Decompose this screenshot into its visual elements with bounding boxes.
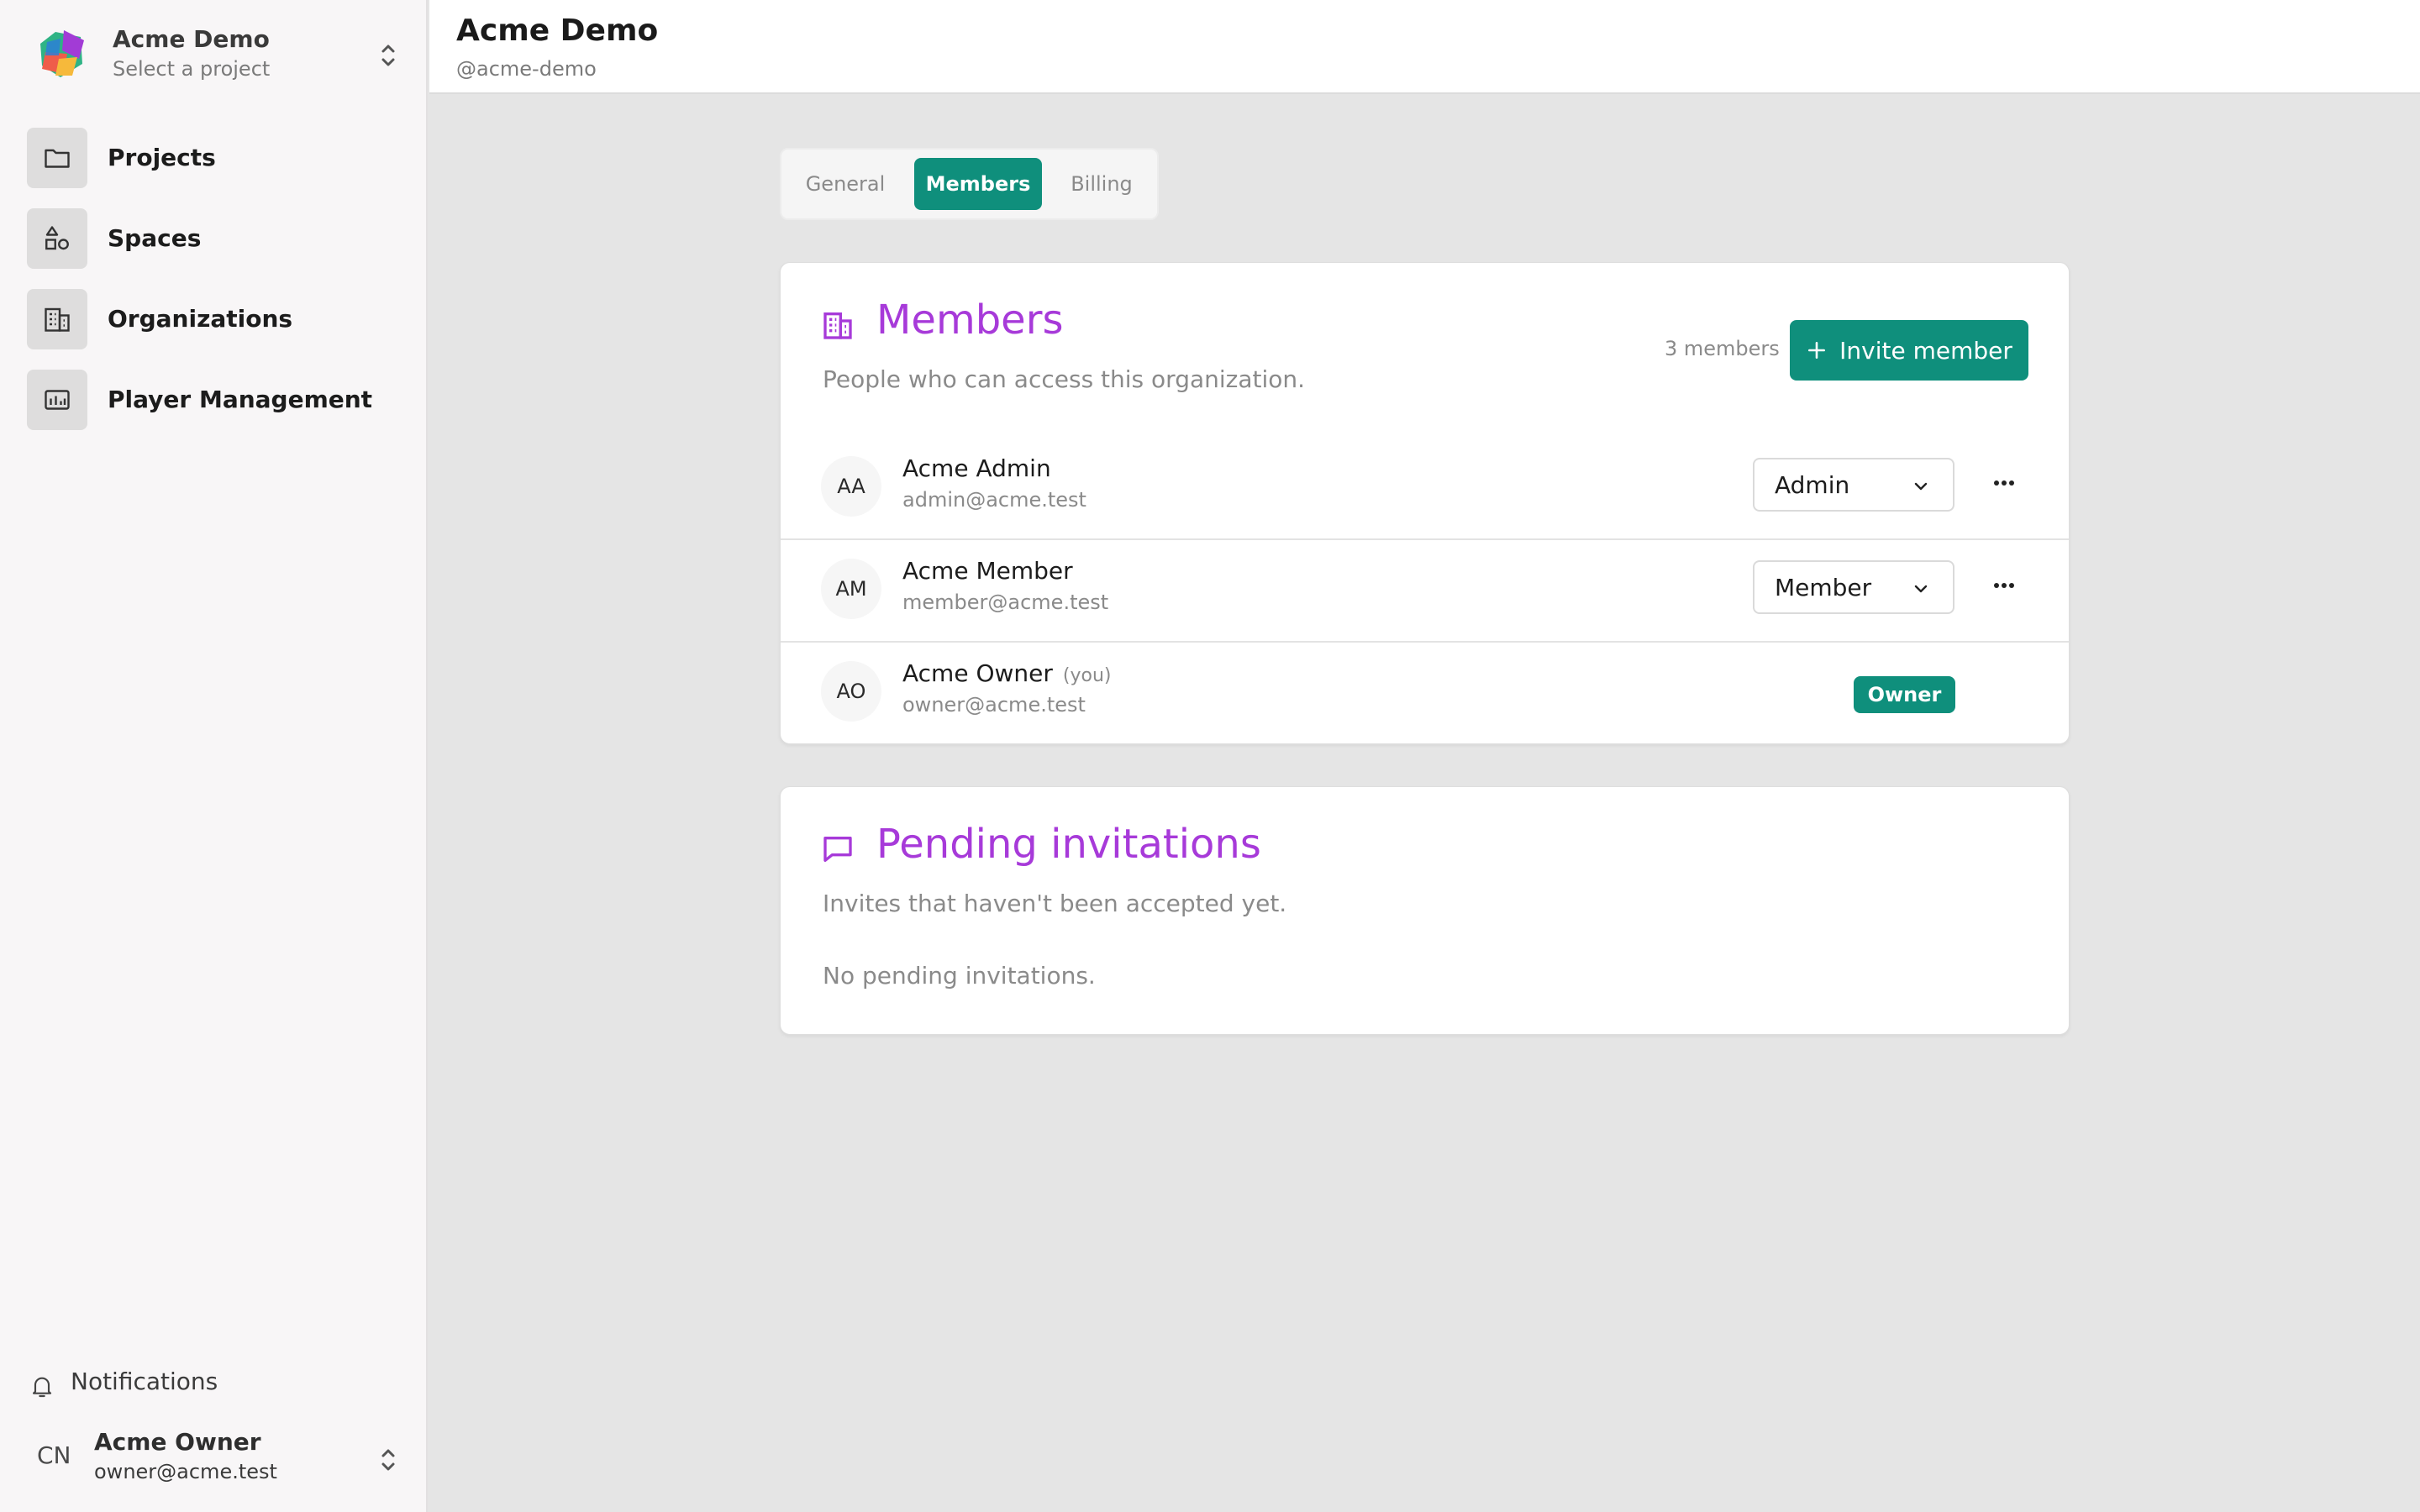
tab-members[interactable]: Members (914, 158, 1042, 210)
you-label: (you) (1062, 665, 1112, 686)
nav-icon-box (27, 128, 87, 188)
pending-invitations-title: Pending invitations (876, 821, 1261, 868)
member-name: Acme Admin (902, 454, 1051, 482)
member-name: Acme Owner (you) (902, 659, 1111, 687)
more-options-icon[interactable] (1987, 466, 2021, 500)
page-header: Acme Demo @acme-demo (429, 0, 2420, 94)
members-card: Members People who can access this organ… (780, 262, 2070, 744)
chevron-down-icon (1914, 585, 1928, 593)
avatar: AM (821, 559, 881, 619)
org-handle: @acme-demo (456, 57, 597, 81)
folder-icon (45, 149, 70, 168)
tab-billing[interactable]: Billing (1055, 158, 1148, 210)
role-select[interactable]: Admin (1753, 458, 1954, 512)
member-name-text: Acme Member (902, 557, 1073, 585)
plus-icon (1808, 342, 1826, 359)
chevron-up-down-icon (381, 1449, 395, 1471)
table-row: AO Acme Owner (you) owner@acme.test Owner (781, 643, 2069, 745)
member-count: 3 members (1665, 337, 1780, 360)
invite-member-button[interactable]: Invite member (1790, 320, 2028, 381)
members-title: Members (876, 297, 1064, 344)
sidebar-item-projects[interactable]: Projects (27, 128, 397, 188)
user-email: owner@acme.test (94, 1460, 277, 1483)
avatar: AA (821, 456, 881, 517)
settings-tabs: General Members Billing (780, 148, 1159, 220)
table-row: AA Acme Admin admin@acme.test Admin (781, 438, 2069, 540)
app-logo-icon (40, 30, 84, 77)
chevron-down-icon (1914, 482, 1928, 491)
invite-member-label: Invite member (1839, 336, 2012, 365)
role-select[interactable]: Member (1753, 560, 1954, 614)
avatar: AO (821, 661, 881, 722)
bell-icon (32, 1377, 52, 1398)
nav-icon-box (27, 208, 87, 269)
member-email: admin@acme.test (902, 488, 1086, 512)
building-icon (45, 307, 70, 332)
page-title: Acme Demo (456, 13, 659, 48)
notifications-label: Notifications (71, 1368, 218, 1395)
pending-invitations-subtitle: Invites that haven't been accepted yet. (823, 890, 1287, 917)
owner-badge: Owner (1854, 676, 1955, 713)
sidebar-item-player-management[interactable]: Player Management (27, 370, 397, 430)
nav-icon-box (27, 370, 87, 430)
nav-icon-box (27, 289, 87, 349)
role-value: Member (1775, 574, 1872, 601)
tab-general[interactable]: General (795, 158, 896, 210)
members-subtitle: People who can access this organization. (823, 365, 1306, 393)
pending-invitations-card: Pending invitations Invites that haven't… (780, 786, 2070, 1035)
project-switcher[interactable]: Acme Demo Select a project (30, 22, 400, 84)
sidebar-item-label: Player Management (108, 386, 373, 413)
member-name-text: Acme Owner (902, 659, 1053, 687)
chat-bubble-icon (823, 837, 852, 862)
user-name: Acme Owner (94, 1428, 261, 1456)
dashboard-icon (45, 390, 70, 410)
notifications-link[interactable]: Notifications (29, 1364, 381, 1401)
sidebar-item-label: Spaces (108, 224, 202, 252)
table-row: AM Acme Member member@acme.test Member (781, 540, 2069, 643)
more-options-icon[interactable] (1987, 569, 2021, 602)
member-email: member@acme.test (902, 591, 1109, 614)
sidebar-item-spaces[interactable]: Spaces (27, 208, 397, 269)
building-icon (823, 312, 852, 339)
sidebar-item-label: Organizations (108, 305, 293, 333)
sidebar: Acme Demo Select a project Projects Spac… (0, 0, 428, 1512)
brand-subtitle: Select a project (113, 57, 271, 81)
empty-state-text: No pending invitations. (823, 962, 1096, 990)
sidebar-item-label: Projects (108, 144, 216, 171)
role-value: Admin (1775, 471, 1850, 499)
avatar: CN (37, 1441, 71, 1469)
chevron-up-down-icon (381, 45, 395, 66)
member-name-text: Acme Admin (902, 454, 1051, 482)
member-email: owner@acme.test (902, 693, 1086, 717)
shapes-icon (45, 226, 69, 250)
member-name: Acme Member (902, 557, 1073, 585)
user-menu[interactable]: CN Acme Owner owner@acme.test (30, 1425, 400, 1492)
sidebar-item-organizations[interactable]: Organizations (27, 289, 397, 349)
brand-name: Acme Demo (113, 25, 270, 53)
